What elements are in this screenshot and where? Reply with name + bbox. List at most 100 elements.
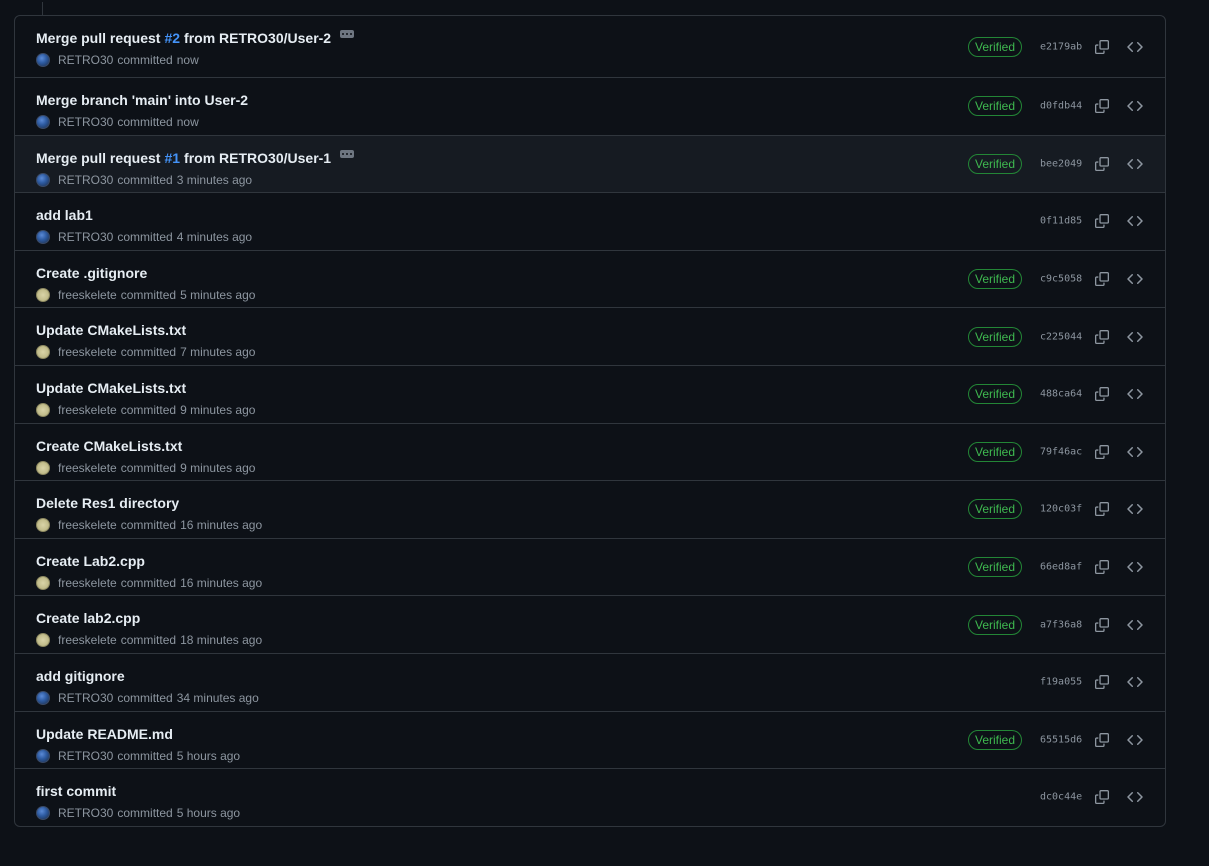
verified-badge[interactable]: Verified: [968, 36, 1023, 57]
avatar[interactable]: [36, 806, 50, 821]
copy-sha-button[interactable]: [1093, 788, 1111, 806]
copy-sha-button[interactable]: [1093, 212, 1111, 230]
browse-repo-button[interactable]: [1125, 270, 1145, 288]
commit-message-link[interactable]: Create lab2.cpp: [36, 610, 140, 626]
browse-repo-button[interactable]: [1125, 328, 1145, 346]
browse-repo-button[interactable]: [1125, 38, 1145, 56]
verified-badge[interactable]: Verified: [968, 96, 1023, 117]
copy-sha-button[interactable]: [1093, 328, 1111, 346]
author-link[interactable]: freeskelete: [58, 461, 117, 475]
browse-repo-button[interactable]: [1125, 558, 1145, 576]
commit-sha-link[interactable]: c9c5058: [1040, 274, 1082, 285]
author-link[interactable]: RETRO30: [58, 230, 113, 244]
avatar[interactable]: [36, 402, 50, 417]
commit-sha-link[interactable]: dc0c44e: [1040, 792, 1082, 803]
ellipsis-icon[interactable]: [340, 30, 355, 38]
commit-message-link[interactable]: Merge branch 'main' into User-2: [36, 92, 248, 108]
ellipsis-icon[interactable]: [340, 149, 355, 158]
author-link[interactable]: RETRO30: [58, 53, 113, 67]
copy-sha-button[interactable]: [1093, 38, 1111, 56]
browse-repo-button[interactable]: [1125, 500, 1145, 518]
avatar[interactable]: [36, 460, 50, 475]
commit-sha-link[interactable]: 488ca64: [1040, 389, 1082, 400]
avatar[interactable]: [36, 518, 50, 533]
commit-message-link[interactable]: Create Lab2.cpp: [36, 553, 145, 569]
author-link[interactable]: freeskelete: [58, 633, 117, 647]
commit-message-link[interactable]: from RETRO30/User-1: [184, 150, 331, 166]
browse-repo-button[interactable]: [1125, 673, 1145, 691]
commit-message-link[interactable]: Delete Res1 directory: [36, 495, 179, 511]
verified-badge[interactable]: Verified: [968, 614, 1023, 635]
commit-sha-link[interactable]: 65515d6: [1040, 734, 1082, 745]
commit-message-link[interactable]: Update CMakeLists.txt: [36, 322, 186, 338]
commit-message-link[interactable]: Merge pull request: [36, 150, 160, 166]
browse-repo-button[interactable]: [1125, 616, 1145, 634]
verified-badge[interactable]: Verified: [968, 499, 1023, 520]
commit-message-link[interactable]: from RETRO30/User-2: [184, 30, 331, 46]
avatar[interactable]: [36, 345, 50, 360]
pull-request-link[interactable]: #1: [164, 150, 180, 166]
commit-sha-link[interactable]: d0fdb44: [1040, 101, 1082, 112]
avatar[interactable]: [36, 287, 50, 302]
browse-repo-button[interactable]: [1125, 385, 1145, 403]
pull-request-link[interactable]: #2: [164, 30, 180, 46]
verified-badge[interactable]: Verified: [968, 441, 1023, 462]
avatar[interactable]: [36, 172, 50, 187]
avatar[interactable]: [36, 53, 50, 67]
avatar[interactable]: [36, 690, 50, 705]
avatar[interactable]: [36, 115, 50, 129]
verified-badge[interactable]: Verified: [968, 269, 1023, 290]
copy-sha-button[interactable]: [1093, 385, 1111, 403]
browse-repo-button[interactable]: [1125, 155, 1145, 173]
commit-sha-link[interactable]: c225044: [1040, 331, 1082, 342]
copy-sha-button[interactable]: [1093, 558, 1111, 576]
author-link[interactable]: freeskelete: [58, 288, 117, 302]
copy-sha-button[interactable]: [1093, 731, 1111, 749]
copy-sha-button[interactable]: [1093, 270, 1111, 288]
author-link[interactable]: freeskelete: [58, 403, 117, 417]
commit-message-link[interactable]: Update CMakeLists.txt: [36, 380, 186, 396]
browse-repo-button[interactable]: [1125, 731, 1145, 749]
commit-message-link[interactable]: Create .gitignore: [36, 265, 147, 281]
commit-sha-link[interactable]: e2179ab: [1040, 41, 1082, 52]
author-link[interactable]: freeskelete: [58, 576, 117, 590]
commit-sha-link[interactable]: 79f46ac: [1040, 446, 1082, 457]
commit-sha-link[interactable]: f19a055: [1040, 677, 1082, 688]
copy-sha-button[interactable]: [1093, 155, 1111, 173]
author-link[interactable]: RETRO30: [58, 691, 113, 705]
commit-message-link[interactable]: add gitignore: [36, 668, 125, 684]
browse-repo-button[interactable]: [1125, 443, 1145, 461]
commit-sha-link[interactable]: 0f11d85: [1040, 216, 1082, 227]
copy-sha-button[interactable]: [1093, 500, 1111, 518]
commit-sha-link[interactable]: a7f36a8: [1040, 619, 1082, 630]
avatar[interactable]: [36, 575, 50, 590]
verified-badge[interactable]: Verified: [968, 729, 1023, 750]
author-link[interactable]: RETRO30: [58, 749, 113, 763]
author-link[interactable]: RETRO30: [58, 806, 113, 820]
commit-message-link[interactable]: Update README.md: [36, 726, 173, 742]
browse-repo-button[interactable]: [1125, 212, 1145, 230]
commit-sha-link[interactable]: 120c03f: [1040, 504, 1082, 515]
commit-message-link[interactable]: add lab1: [36, 207, 93, 223]
commit-sha-link[interactable]: bee2049: [1040, 158, 1082, 169]
copy-sha-button[interactable]: [1093, 673, 1111, 691]
commit-message-link[interactable]: Create CMakeLists.txt: [36, 438, 182, 454]
verified-badge[interactable]: Verified: [968, 326, 1023, 347]
copy-sha-button[interactable]: [1093, 443, 1111, 461]
author-link[interactable]: RETRO30: [58, 115, 113, 129]
browse-repo-button[interactable]: [1125, 788, 1145, 806]
verified-badge[interactable]: Verified: [968, 153, 1023, 174]
browse-repo-button[interactable]: [1125, 97, 1145, 115]
commit-message-link[interactable]: Merge pull request: [36, 30, 160, 46]
copy-sha-button[interactable]: [1093, 616, 1111, 634]
author-link[interactable]: freeskelete: [58, 345, 117, 359]
commit-message-link[interactable]: first commit: [36, 783, 116, 799]
avatar[interactable]: [36, 748, 50, 763]
author-link[interactable]: RETRO30: [58, 173, 113, 187]
commit-sha-link[interactable]: 66ed8af: [1040, 562, 1082, 573]
avatar[interactable]: [36, 633, 50, 648]
avatar[interactable]: [36, 230, 50, 245]
author-link[interactable]: freeskelete: [58, 518, 117, 532]
verified-badge[interactable]: Verified: [968, 384, 1023, 405]
copy-sha-button[interactable]: [1093, 97, 1111, 115]
